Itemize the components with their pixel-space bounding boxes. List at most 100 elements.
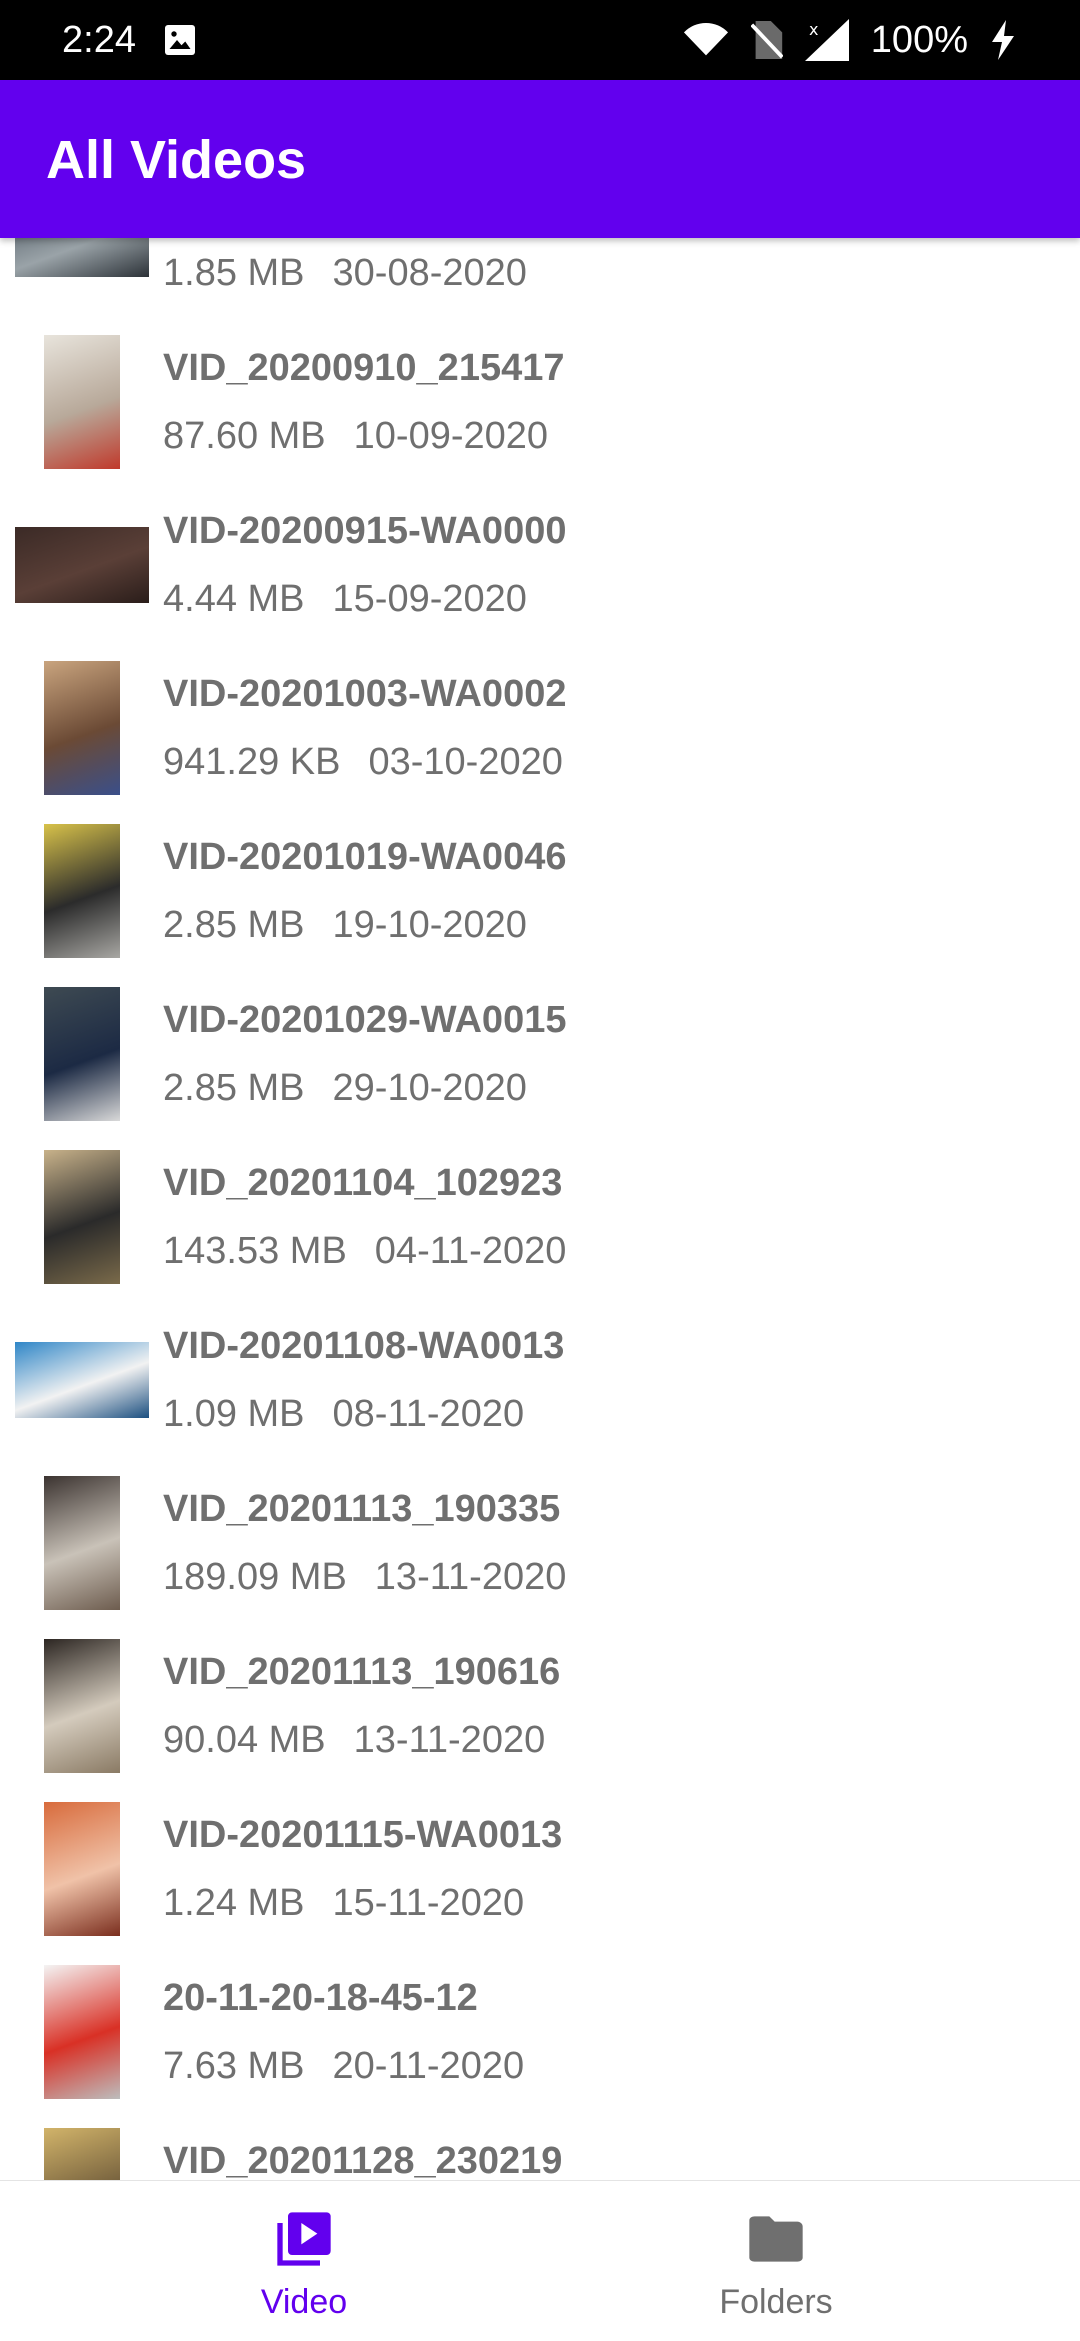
video-title: VID_20200910_215417: [163, 347, 565, 389]
video-list-item[interactable]: VID-20201029-WA0015 2.85 MB 29-10-2020: [0, 973, 1080, 1136]
video-meta: 189.09 MB 13-11-2020: [163, 1550, 566, 1604]
video-date: 10-09-2020: [353, 415, 549, 457]
video-size: 2.85 MB: [163, 904, 305, 946]
video-list-item[interactable]: VID-20201115-WA0013 1.24 MB 15-11-2020: [0, 1788, 1080, 1951]
video-list[interactable]: 1.85 MB 30-08-2020 VID_20200910_215417 87.6…: [0, 238, 1080, 2180]
image-icon: [165, 25, 195, 55]
video-thumbnail[interactable]: [14, 1475, 150, 1611]
folder-icon: [749, 2216, 803, 2262]
thumbnail-image: [44, 987, 120, 1121]
video-date: 13-11-2020: [374, 1556, 567, 1598]
thumbnail-image: [44, 1639, 120, 1773]
video-size: 941.29 KB: [163, 741, 341, 783]
video-size: 1.09 MB: [163, 1393, 305, 1435]
video-meta: 941.29 KB 03-10-2020: [163, 735, 563, 789]
video-title: VID-20201029-WA0015: [163, 999, 567, 1041]
thumbnail-image: [44, 1150, 120, 1284]
svg-text:x: x: [809, 20, 818, 39]
status-icons: x 100%: [661, 14, 1016, 66]
video-title: VID-20200915-WA0000: [163, 510, 567, 552]
video-meta: 1.85 MB 30-08-2020: [163, 246, 527, 300]
video-list-item[interactable]: VID-20201108-WA0013 1.09 MB 08-11-2020: [0, 1299, 1080, 1462]
video-size: 2.85 MB: [163, 1067, 305, 1109]
video-size: 90.04 MB: [163, 1719, 326, 1761]
video-size: 7.63 MB: [163, 2045, 305, 2087]
video-list-item[interactable]: VID_20201113_190616 90.04 MB 13-11-2020: [0, 1625, 1080, 1788]
wifi-icon: [683, 22, 728, 56]
video-thumbnail[interactable]: [14, 1638, 150, 1774]
video-title: VID-20201115-WA0013: [163, 1814, 563, 1856]
video-title: VID_20201104_102923: [163, 1162, 563, 1204]
video-title: VID_20201128_230219: [163, 2140, 563, 2180]
video-thumbnail[interactable]: [14, 1149, 150, 1285]
video-date: 20-11-2020: [332, 2045, 525, 2087]
video-date: 08-11-2020: [332, 1393, 525, 1435]
video-thumbnail[interactable]: [14, 1312, 150, 1448]
status-bar: 2:24 x 100%: [0, 0, 1080, 80]
video-meta: 90.04 MB 13-11-2020: [163, 1713, 545, 1767]
video-list-item[interactable]: VID-20201019-WA0046 2.85 MB 19-10-2020: [0, 810, 1080, 973]
video-title: VID-20201108-WA0013: [163, 1325, 565, 1367]
thumbnail-image: [15, 1342, 149, 1418]
video-list-item[interactable]: 1.85 MB 30-08-2020: [0, 238, 1080, 321]
battery-percent: 100%: [870, 18, 968, 61]
video-thumbnail[interactable]: [14, 2127, 150, 2180]
video-list-item[interactable]: VID_20201128_230219: [0, 2114, 1080, 2180]
video-meta: 4.44 MB 15-09-2020: [163, 572, 527, 626]
video-thumbnail[interactable]: [14, 1801, 150, 1937]
nav-item-folders[interactable]: Folders: [626, 2181, 926, 2341]
video-thumbnail[interactable]: [14, 497, 150, 633]
video-title: VID-20201019-WA0046: [163, 836, 567, 878]
video-date: 15-09-2020: [332, 578, 527, 620]
video-list-item[interactable]: VID_20200910_215417 87.60 MB 10-09-2020: [0, 321, 1080, 484]
video-title: 20-11-20-18-45-12: [163, 1977, 478, 2019]
bottom-navigation: Video Folders: [0, 2180, 1080, 2341]
video-meta: 1.09 MB 08-11-2020: [163, 1387, 524, 1441]
video-date: 03-10-2020: [368, 741, 563, 783]
nav-item-video[interactable]: Video: [154, 2181, 454, 2341]
video-list-item[interactable]: VID-20201003-WA0002 941.29 KB 03-10-2020: [0, 647, 1080, 810]
video-list-item[interactable]: VID_20201104_102923 143.53 MB 04-11-2020: [0, 1136, 1080, 1299]
video-date: 15-11-2020: [332, 1882, 525, 1924]
nav-label-folders: Folders: [719, 2283, 833, 2321]
video-meta: 87.60 MB 10-09-2020: [163, 409, 548, 463]
video-library-icon: [277, 2212, 331, 2266]
video-date: 29-10-2020: [332, 1067, 527, 1109]
video-title: VID_20201113_190616: [163, 1651, 561, 1693]
app-bar: All Videos: [0, 80, 1080, 238]
video-date: 19-10-2020: [332, 904, 527, 946]
nav-label-video: Video: [260, 2283, 348, 2321]
video-date: 30-08-2020: [332, 252, 527, 294]
thumbnail-image: [15, 238, 149, 277]
no-sim-icon: [750, 21, 783, 59]
video-size: 143.53 MB: [163, 1230, 347, 1272]
video-title: VID_20201113_190335: [163, 1488, 561, 1530]
video-size: 4.44 MB: [163, 578, 305, 620]
video-date: 13-11-2020: [353, 1719, 546, 1761]
video-size: 189.09 MB: [163, 1556, 347, 1598]
thumbnail-image: [44, 335, 120, 469]
thumbnail-image: [44, 1476, 120, 1610]
thumbnail-image: [44, 824, 120, 958]
video-meta: 1.24 MB 15-11-2020: [163, 1876, 524, 1930]
thumbnail-image: [44, 2128, 120, 2180]
video-thumbnail[interactable]: [14, 986, 150, 1122]
charging-icon: [992, 20, 1014, 60]
video-meta: 7.63 MB 20-11-2020: [163, 2039, 524, 2093]
video-list-item[interactable]: VID-20200915-WA0000 4.44 MB 15-09-2020: [0, 484, 1080, 647]
video-title: VID-20201003-WA0002: [163, 673, 567, 715]
video-meta: 143.53 MB 04-11-2020: [163, 1224, 566, 1278]
thumbnail-image: [44, 661, 120, 795]
video-thumbnail[interactable]: [14, 334, 150, 470]
video-thumbnail[interactable]: [14, 238, 150, 307]
video-date: 04-11-2020: [374, 1230, 567, 1272]
video-thumbnail[interactable]: [14, 660, 150, 796]
video-size: 87.60 MB: [163, 415, 326, 457]
video-meta: 2.85 MB 29-10-2020: [163, 1061, 527, 1115]
video-thumbnail[interactable]: [14, 823, 150, 959]
video-size: 1.85 MB: [163, 252, 305, 294]
signal-icon: x: [804, 19, 849, 61]
video-thumbnail[interactable]: [14, 1964, 150, 2100]
video-list-item[interactable]: VID_20201113_190335 189.09 MB 13-11-2020: [0, 1462, 1080, 1625]
video-list-item[interactable]: 20-11-20-18-45-12 7.63 MB 20-11-2020: [0, 1951, 1080, 2114]
